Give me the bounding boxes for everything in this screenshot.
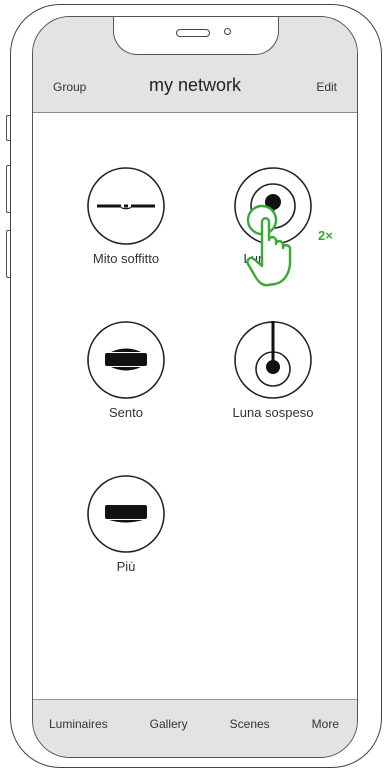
phone-screen: Group my network Edit Mito soffitto Luna… bbox=[32, 16, 358, 758]
tab-more[interactable]: More bbox=[306, 700, 345, 732]
camera bbox=[224, 28, 231, 35]
notch bbox=[113, 17, 279, 55]
sento-icon bbox=[85, 319, 167, 401]
bottom-tab-bar: Luminaires Gallery Scenes More bbox=[33, 699, 357, 757]
device-label: Sento bbox=[109, 405, 143, 420]
tab-gallery[interactable]: Gallery bbox=[144, 700, 194, 732]
luna-sospeso-icon bbox=[232, 319, 314, 401]
tab-luminaires[interactable]: Luminaires bbox=[43, 700, 114, 732]
mito-soffitto-icon bbox=[85, 165, 167, 247]
device-label: Luna sospeso bbox=[232, 405, 314, 420]
volume-down-button bbox=[6, 230, 10, 278]
device-mito-soffitto[interactable]: Mito soffitto bbox=[56, 165, 196, 266]
volume-up-button bbox=[6, 165, 10, 213]
page-title: my network bbox=[148, 75, 242, 95]
tap-count-label: 2× bbox=[318, 228, 333, 243]
double-tap-hand-icon bbox=[238, 200, 348, 300]
speaker bbox=[176, 29, 210, 37]
mute-switch bbox=[6, 115, 10, 141]
device-label: Più bbox=[116, 559, 136, 574]
device-luna-sospeso[interactable]: Luna sospeso bbox=[203, 319, 343, 420]
device-sento[interactable]: Sento bbox=[56, 319, 196, 420]
device-piu[interactable]: Più bbox=[56, 473, 196, 574]
device-label: Mito soffitto bbox=[92, 251, 160, 266]
piu-icon bbox=[85, 473, 167, 555]
edit-button[interactable]: Edit bbox=[316, 80, 337, 94]
tab-scenes[interactable]: Scenes bbox=[224, 700, 276, 732]
